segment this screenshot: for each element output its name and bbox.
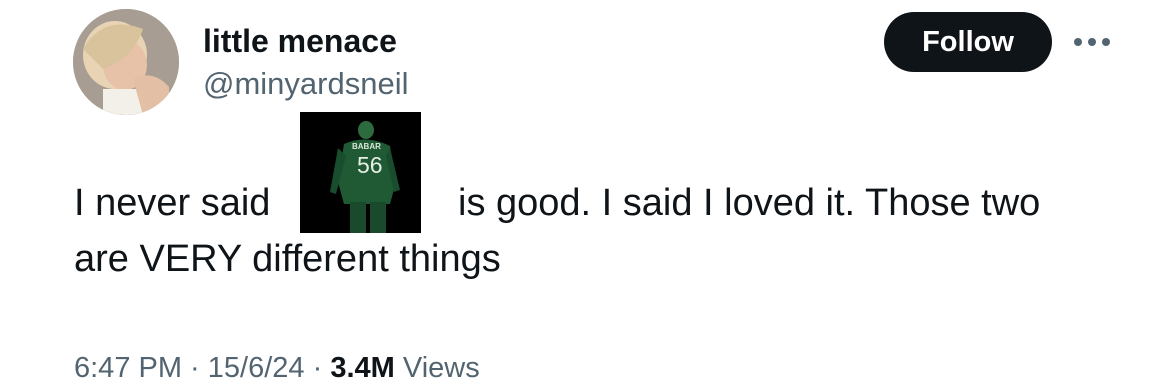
dot	[1102, 38, 1110, 46]
separator: ·	[304, 352, 331, 384]
tweet-text-line2: are VERY different things	[74, 238, 501, 280]
embedded-image[interactable]: BABAR 56	[300, 112, 421, 233]
follow-button[interactable]: Follow	[884, 12, 1052, 72]
tweet-card: little menace @minyardsneil Follow I nev…	[0, 0, 1170, 390]
dot	[1074, 38, 1082, 46]
dot	[1088, 38, 1096, 46]
avatar[interactable]	[73, 9, 179, 115]
views-label: Views	[394, 352, 480, 384]
separator: ·	[182, 352, 208, 384]
avatar-photo	[73, 9, 179, 115]
tweet-meta: 6:47 PM · 15/6/24 · 3.4M Views	[74, 350, 480, 386]
jersey-name: BABAR	[352, 142, 381, 151]
views-count: 3.4M	[330, 352, 395, 384]
tweet-text-start: I never said	[74, 182, 271, 224]
display-name[interactable]: little menace	[203, 22, 397, 60]
tweet-text-after-image: is good. I said I loved it. Those two	[458, 182, 1041, 224]
more-options-icon[interactable]	[1068, 22, 1116, 62]
user-handle[interactable]: @minyardsneil	[203, 65, 408, 103]
jersey-number: 56	[357, 152, 383, 178]
tweet-time[interactable]: 6:47 PM	[74, 352, 182, 384]
tweet-date[interactable]: 15/6/24	[208, 352, 305, 384]
